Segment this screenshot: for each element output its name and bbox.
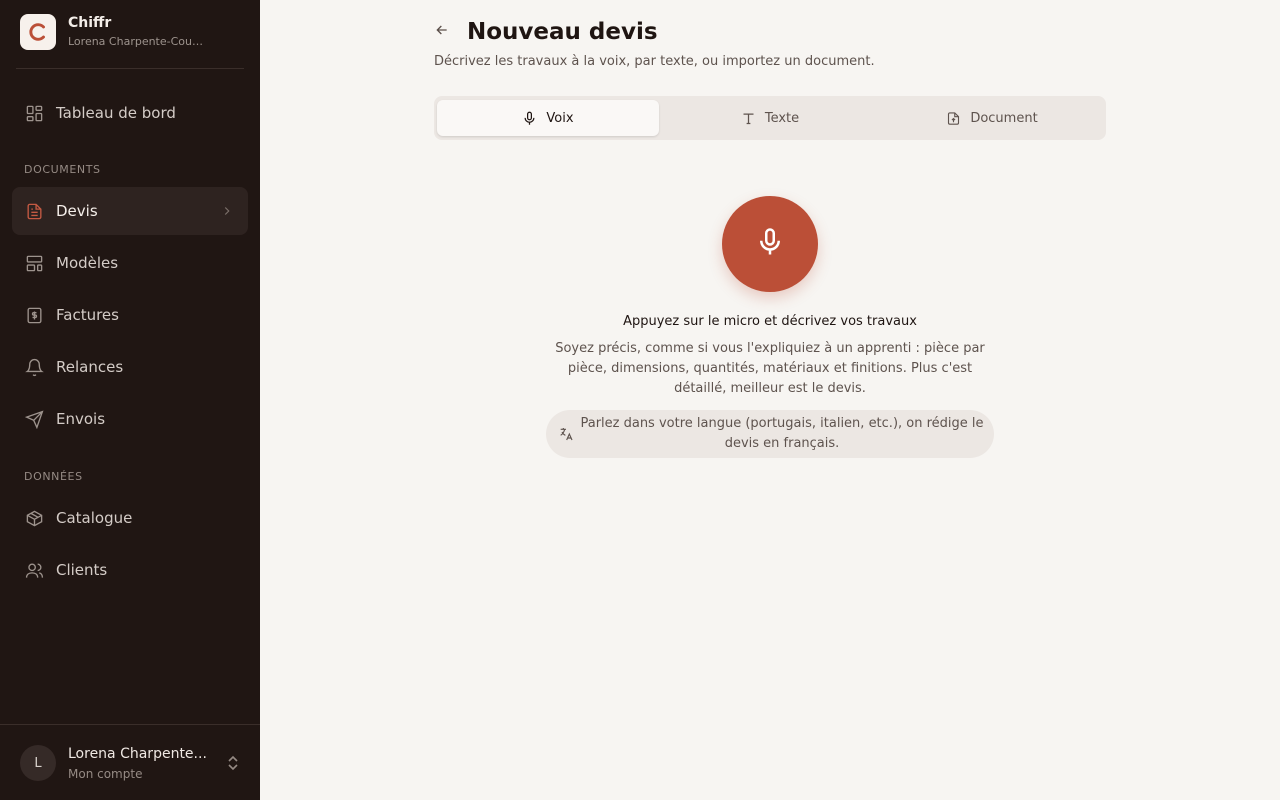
section-label-documents: DOCUMENTS	[24, 163, 101, 176]
send-icon	[24, 409, 44, 429]
account-label: Mon compte	[68, 767, 143, 781]
chevrons-up-down-icon[interactable]	[226, 754, 240, 776]
arrow-left-icon	[434, 22, 450, 42]
sidebar-item-label: Envois	[56, 410, 106, 428]
tab-document[interactable]: Document	[881, 100, 1103, 136]
page-title: Nouveau devis	[467, 19, 658, 45]
file-text-icon	[24, 201, 44, 221]
sidebar-item-envois[interactable]: Envois	[12, 395, 248, 443]
tab-texte[interactable]: Texte	[659, 100, 881, 136]
section-label-donnees: DONNÉES	[24, 470, 83, 483]
back-button[interactable]	[432, 22, 452, 42]
sidebar-item-label: Factures	[56, 306, 119, 324]
app-name: Chiffr	[68, 15, 112, 31]
sidebar-item-label: Relances	[56, 358, 124, 376]
tab-label: Voix	[546, 110, 574, 126]
voice-prompt-title: Appuyez sur le micro et décrivez vos tra…	[623, 314, 917, 329]
page-subtitle: Décrivez les travaux à la voix, par text…	[434, 54, 875, 69]
translate-icon	[558, 426, 574, 446]
sidebar: Chiffr Lorena Charpente-Couve... Tableau…	[0, 0, 260, 800]
tab-voix[interactable]: Voix	[437, 100, 659, 136]
mic-icon	[755, 227, 785, 261]
box-icon	[24, 508, 44, 528]
sidebar-divider	[16, 68, 244, 69]
language-note-text: Parlez dans votre langue (portugais, ita…	[580, 416, 984, 451]
sidebar-item-label: Catalogue	[56, 509, 133, 527]
voice-prompt-description: Soyez précis, comme si vous l'expliquiez…	[555, 341, 985, 396]
tab-label: Document	[970, 110, 1038, 126]
invoice-icon	[24, 305, 44, 325]
sidebar-item-catalogue[interactable]: Catalogue	[12, 494, 248, 542]
sidebar-item-modeles[interactable]: Modèles	[12, 239, 248, 287]
sidebar-item-label: Devis	[56, 202, 98, 220]
sidebar-item-label: Clients	[56, 561, 108, 579]
sidebar-item-relances[interactable]: Relances	[12, 343, 248, 391]
chevron-right-icon	[220, 203, 234, 222]
sidebar-item-clients[interactable]: Clients	[12, 546, 248, 594]
sidebar-item-tableau-de-bord[interactable]: Tableau de bord	[12, 89, 248, 137]
user-name: Lorena Charpente...	[68, 746, 207, 762]
sidebar-item-label: Modèles	[56, 254, 119, 272]
bell-icon	[24, 357, 44, 377]
sidebar-item-devis[interactable]: Devis	[12, 187, 248, 235]
app-logo	[20, 14, 56, 50]
workspace-switcher[interactable]: Chiffr Lorena Charpente-Couve...	[20, 14, 208, 50]
language-note: Parlez dans votre langue (portugais, ita…	[546, 410, 994, 458]
tab-label: Texte	[764, 110, 800, 126]
sidebar-item-label: Tableau de bord	[56, 104, 176, 122]
sidebar-item-factures[interactable]: Factures	[12, 291, 248, 339]
users-icon	[24, 560, 44, 580]
workspace-name: Lorena Charpente-Couve...	[68, 35, 208, 48]
record-button[interactable]	[722, 196, 818, 292]
text-icon	[741, 111, 756, 126]
file-upload-icon	[946, 111, 961, 126]
input-mode-tabs: Voix Texte Document	[434, 96, 1106, 140]
dashboard-icon	[24, 103, 44, 123]
mic-icon	[522, 111, 537, 126]
template-icon	[24, 253, 44, 273]
avatar: L	[20, 745, 56, 781]
account-menu[interactable]: L Lorena Charpente... Mon compte	[0, 724, 260, 800]
